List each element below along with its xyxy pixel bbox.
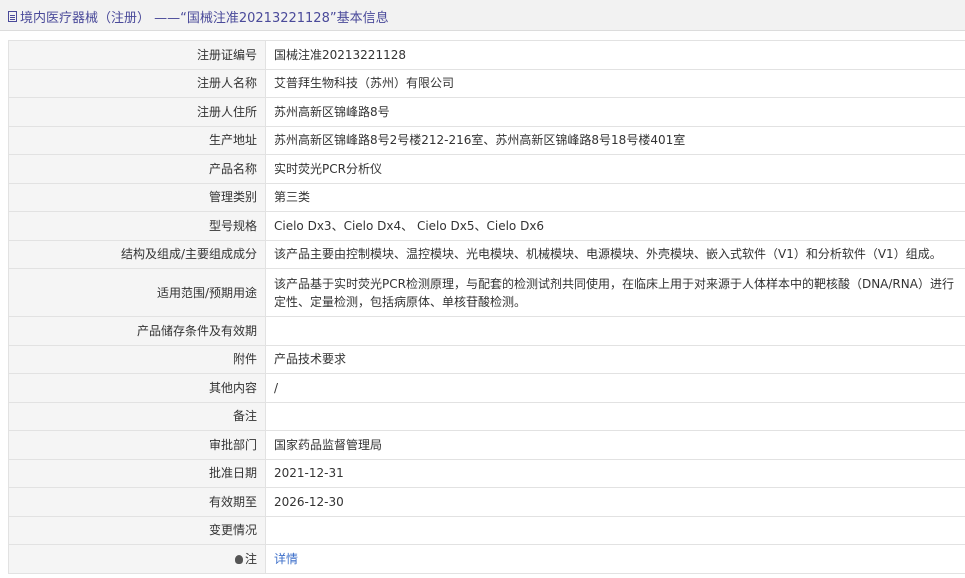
row-value-approval-date: 2021-12-31	[265, 458, 965, 488]
row-label-production-address: 生产地址	[8, 125, 266, 155]
table-row: 管理类别 第三类	[8, 182, 965, 212]
note-label: 注	[244, 551, 257, 566]
row-value-structure: 该产品主要由控制模块、温控模块、光电模块、机械模块、电源模块、外壳模块、嵌入式软…	[265, 239, 965, 269]
table-row: 产品储存条件及有效期	[8, 316, 965, 346]
row-label-registration-number: 注册证编号	[8, 40, 266, 70]
row-label-approval-dept: 审批部门	[8, 430, 266, 460]
table-row: 生产地址 苏州高新区锦峰路8号2号楼212-216室、苏州高新区锦峰路8号18号…	[8, 125, 965, 155]
details-link[interactable]: 详情	[274, 552, 298, 566]
row-label-product-name: 产品名称	[8, 154, 266, 184]
row-value-valid-until: 2026-12-30	[265, 487, 965, 517]
page-title-wrap: 境内医疗器械（注册） ——“国械注准20213221128”基本信息	[8, 7, 389, 26]
table-row: 备注	[8, 401, 965, 431]
row-value-product-name: 实时荧光PCR分析仪	[265, 154, 965, 184]
row-label-management-category: 管理类别	[8, 182, 266, 212]
row-value-intended-use: 该产品基于实时荧光PCR检测原理，与配套的检测试剂共同使用，在临床上用于对来源于…	[265, 268, 965, 317]
row-value-production-address: 苏州高新区锦峰路8号2号楼212-216室、苏州高新区锦峰路8号18号楼401室	[265, 125, 965, 155]
row-value-registrant-name: 艾普拜生物科技（苏州）有限公司	[265, 68, 965, 98]
row-label-model-spec: 型号规格	[8, 211, 266, 241]
row-value-note: 详情	[265, 544, 965, 574]
row-value-other: /	[265, 373, 965, 403]
table-row: 注册证编号 国械注准20213221128	[8, 40, 965, 70]
row-label-remarks: 备注	[8, 401, 266, 431]
row-label-attachment: 附件	[8, 344, 266, 374]
table-row: 注 详情	[8, 544, 965, 574]
table-row: 结构及组成/主要组成成分 该产品主要由控制模块、温控模块、光电模块、机械模块、电…	[8, 239, 965, 269]
row-value-remarks	[265, 401, 965, 431]
row-label-intended-use: 适用范围/预期用途	[8, 268, 266, 317]
row-label-registrant-address: 注册人住所	[8, 97, 266, 127]
row-label-note: 注	[8, 544, 266, 574]
table-row: 批准日期 2021-12-31	[8, 458, 965, 488]
row-value-approval-dept: 国家药品监督管理局	[265, 430, 965, 460]
bulb-icon	[234, 554, 243, 564]
row-label-approval-date: 批准日期	[8, 458, 266, 488]
row-value-registration-number: 国械注准20213221128	[265, 40, 965, 70]
table-row: 审批部门 国家药品监督管理局	[8, 430, 965, 460]
row-value-registrant-address: 苏州高新区锦峰路8号	[265, 97, 965, 127]
table-row: 附件 产品技术要求	[8, 344, 965, 374]
row-value-model-spec: Cielo Dx3、Cielo Dx4、 Cielo Dx5、Cielo Dx6	[265, 211, 965, 241]
row-value-management-category: 第三类	[265, 182, 965, 212]
row-label-other: 其他内容	[8, 373, 266, 403]
table-row: 适用范围/预期用途 该产品基于实时荧光PCR检测原理，与配套的检测试剂共同使用，…	[8, 268, 965, 317]
table-row: 型号规格 Cielo Dx3、Cielo Dx4、 Cielo Dx5、Ciel…	[8, 211, 965, 241]
document-icon	[8, 11, 17, 22]
row-label-changes: 变更情况	[8, 515, 266, 545]
page-title: 境内医疗器械（注册） ——“国械注准20213221128”基本信息	[20, 11, 389, 26]
table-row: 变更情况	[8, 515, 965, 545]
table-row: 产品名称 实时荧光PCR分析仪	[8, 154, 965, 184]
row-label-storage: 产品储存条件及有效期	[8, 316, 266, 346]
row-label-registrant-name: 注册人名称	[8, 68, 266, 98]
table-row: 其他内容 /	[8, 373, 965, 403]
row-label-structure: 结构及组成/主要组成成分	[8, 239, 266, 269]
info-table: 注册证编号 国械注准20213221128 注册人名称 艾普拜生物科技（苏州）有…	[8, 40, 965, 574]
row-value-attachment: 产品技术要求	[265, 344, 965, 374]
title-bar: 境内医疗器械（注册） ——“国械注准20213221128”基本信息	[0, 0, 965, 31]
table-row: 注册人名称 艾普拜生物科技（苏州）有限公司	[8, 68, 965, 98]
table-row: 有效期至 2026-12-30	[8, 487, 965, 517]
table-row: 注册人住所 苏州高新区锦峰路8号	[8, 97, 965, 127]
row-label-valid-until: 有效期至	[8, 487, 266, 517]
row-value-storage	[265, 316, 965, 346]
row-value-changes	[265, 515, 965, 545]
